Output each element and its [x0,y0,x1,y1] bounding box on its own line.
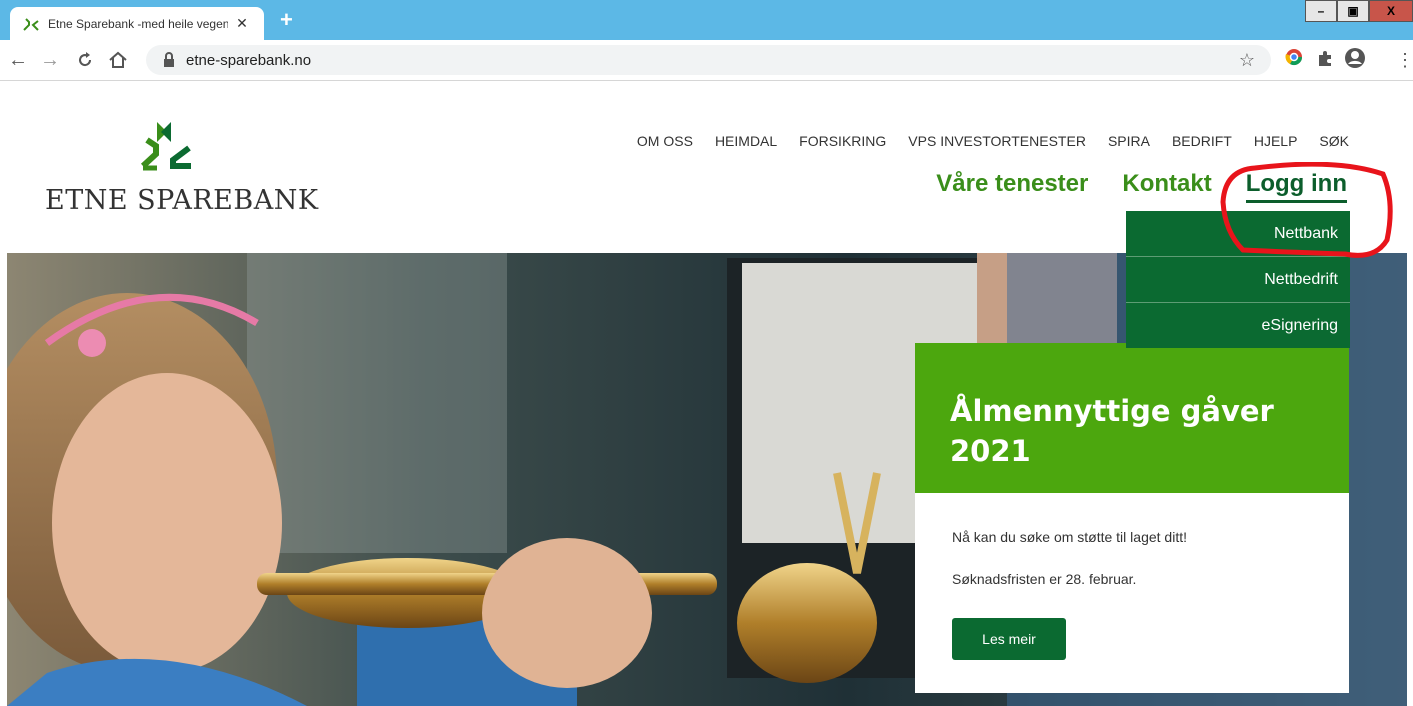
promo-text-2: Søknadsfristen er 28. februar. [952,571,1137,587]
nav-vare-tenester[interactable]: Våre tenester [936,170,1088,198]
tab-close-icon[interactable]: ✕ [234,15,250,32]
minimize-button[interactable]: – [1305,0,1337,22]
les-meir-button[interactable]: Les meir [952,618,1066,660]
nav-forsikring[interactable]: FORSIKRING [799,133,886,149]
reload-icon[interactable] [76,48,94,75]
extensions-puzzle-icon[interactable] [1316,49,1334,73]
menu-kebab-icon[interactable]: ⋮ [1396,48,1413,72]
browser-titlebar: Etne Sparebank -med heile vegen ✕ + – ▣ … [0,0,1413,40]
browser-tab[interactable]: Etne Sparebank -med heile vegen ✕ [10,7,264,40]
chrome-extension-icon[interactable] [1285,48,1303,72]
red-annotation-circle [1220,162,1393,258]
logo-text: ETNE SPAREBANK [45,185,319,216]
menu-item-nettbedrift[interactable]: Nettbedrift [1126,256,1350,302]
promo-card-header: Ålmennyttige gåver 2021 [915,343,1349,493]
nav-spira[interactable]: SPIRA [1108,133,1150,149]
top-navigation: OM OSS HEIMDAL FORSIKRING VPS INVESTORTE… [615,133,1349,149]
promo-card: Ålmennyttige gåver 2021 Nå kan du søke o… [915,343,1349,693]
forward-icon[interactable]: → [40,48,60,72]
nav-hjelp[interactable]: HJELP [1254,133,1298,149]
promo-title: Ålmennyttige gåver 2021 [950,391,1274,471]
maximize-button[interactable]: ▣ [1337,0,1369,22]
address-bar[interactable]: etne-sparebank.no ☆ [146,45,1271,75]
promo-title-line1: Ålmennyttige gåver [950,394,1274,428]
profile-avatar-icon[interactable] [1344,47,1366,75]
nav-sok[interactable]: SØK [1319,133,1349,149]
logo-mark-icon [140,122,191,171]
nav-om-oss[interactable]: OM OSS [637,133,693,149]
etne-favicon-icon [22,15,40,33]
url-text: etne-sparebank.no [186,51,312,69]
new-tab-button[interactable]: + [280,7,293,33]
bookmark-star-icon[interactable]: ☆ [1239,50,1255,71]
home-icon[interactable] [108,48,128,75]
nav-kontakt[interactable]: Kontakt [1122,170,1211,198]
nav-bedrift[interactable]: BEDRIFT [1172,133,1232,149]
promo-title-line2: 2021 [950,434,1031,468]
promo-text-1: Nå kan du søke om støtte til laget ditt! [952,529,1187,545]
nav-vps-investortenester[interactable]: VPS INVESTORTENESTER [908,133,1086,149]
logo[interactable] [45,118,305,183]
browser-toolbar: ← → etne-sparebank.no ☆ ⋮ [0,40,1413,81]
menu-item-esignering[interactable]: eSignering [1126,302,1350,348]
nav-heimdal[interactable]: HEIMDAL [715,133,777,149]
back-icon[interactable]: ← [8,48,28,72]
lock-icon [164,52,174,67]
tab-title: Etne Sparebank -med heile vegen [48,16,228,31]
close-window-button[interactable]: X [1369,0,1413,22]
